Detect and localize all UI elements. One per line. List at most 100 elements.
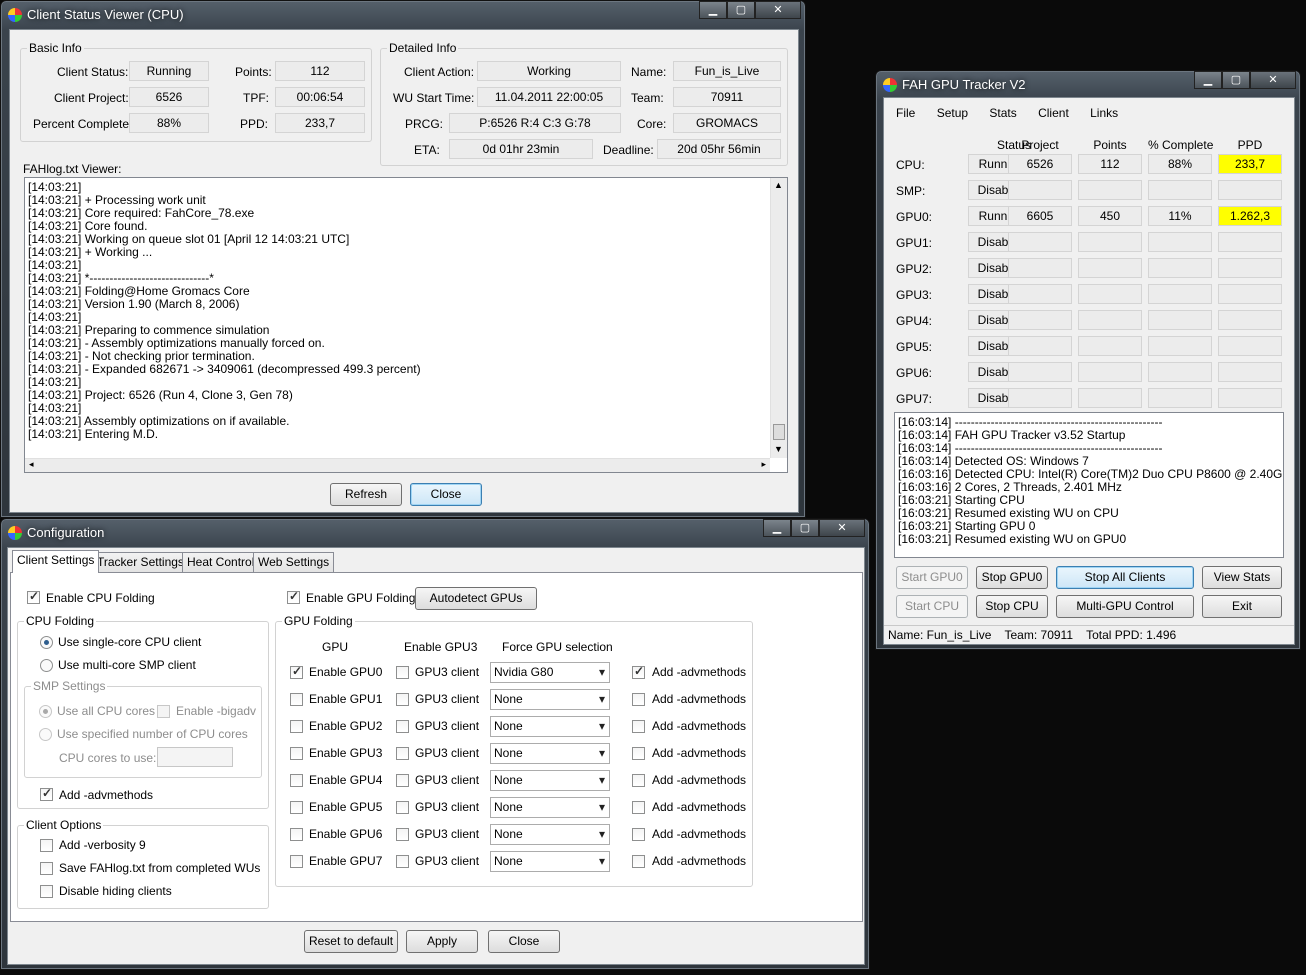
detailed-info-title: Detailed Info (387, 41, 459, 55)
enable-gpu-checkbox[interactable] (290, 720, 303, 733)
start-gpu0-button[interactable]: Start GPU0 (896, 566, 968, 589)
row-label: CPU: (896, 158, 925, 172)
force-gpu-select[interactable]: None (490, 716, 610, 737)
stop-cpu-button[interactable]: Stop CPU (976, 595, 1048, 618)
force-gpu-select[interactable]: None (490, 797, 610, 818)
close-button[interactable]: Close (410, 483, 482, 506)
enable-gpu-checkbox[interactable] (290, 828, 303, 841)
fahlog-line: [14:03:21] - Expanded 682671 -> 3409061 … (28, 362, 421, 376)
view-stats-button[interactable]: View Stats (1202, 566, 1282, 589)
enable-gpu-label: Enable GPU3 (309, 746, 383, 760)
force-gpu-select[interactable]: None (490, 824, 610, 845)
close-window-button[interactable]: ✕ (755, 1, 801, 19)
gpu-advmethods-checkbox[interactable] (632, 855, 645, 868)
force-gpu-select[interactable]: None (490, 851, 610, 872)
refresh-button[interactable]: Refresh (330, 483, 402, 506)
enable-gpu-checkbox[interactable] (290, 801, 303, 814)
menu-links[interactable]: Links (1090, 106, 1118, 120)
specified-cores-radio[interactable] (39, 728, 52, 741)
multi-core-radio[interactable] (40, 659, 53, 672)
menu-client[interactable]: Client (1038, 106, 1069, 120)
scroll-down-icon[interactable]: ▼ (774, 444, 783, 454)
gpu3-client-checkbox[interactable] (396, 855, 409, 868)
gpu3-client-checkbox[interactable] (396, 720, 409, 733)
scroll-up-icon[interactable]: ▲ (774, 180, 783, 190)
scroll-thumb[interactable] (773, 424, 785, 440)
minimize-button[interactable]: ▁ (1194, 71, 1222, 89)
tracker-client-area: File Setup Stats Client Links Status Proj… (883, 97, 1295, 645)
gpu3-client-label: GPU3 client (415, 692, 480, 706)
cell-complete (1148, 362, 1212, 382)
gpu-advmethods-checkbox[interactable] (632, 774, 645, 787)
gpu3-client-checkbox[interactable] (396, 828, 409, 841)
gpu-advmethods-label: Add -advmethods (652, 665, 747, 679)
tab-heat-control[interactable]: Heat Control (182, 552, 260, 572)
tab-tracker-settings[interactable]: Tracker Settings (92, 552, 189, 572)
autodetect-gpus-button[interactable]: Autodetect GPUs (415, 587, 537, 610)
force-gpu-select[interactable]: None (490, 770, 610, 791)
gpu3-client-checkbox[interactable] (396, 801, 409, 814)
verbosity-checkbox[interactable] (40, 839, 53, 852)
multi-gpu-control-button[interactable]: Multi-GPU Control (1056, 595, 1194, 618)
menu-setup[interactable]: Setup (937, 106, 968, 120)
gpu3-client-checkbox[interactable] (396, 666, 409, 679)
config-close-button[interactable]: Close (488, 930, 560, 953)
gpu-advmethods-checkbox[interactable] (632, 801, 645, 814)
stop-all-clients-button[interactable]: Stop All Clients (1056, 566, 1194, 589)
maximize-button[interactable]: ▢ (727, 1, 755, 19)
enable-gpu-checkbox[interactable] (290, 774, 303, 787)
gpu3-client-checkbox[interactable] (396, 693, 409, 706)
fahlog-textbox[interactable]: [14:03:21] [14:03:21] + Processing work u… (24, 177, 788, 473)
gpu-advmethods-checkbox[interactable] (632, 664, 645, 679)
reset-to-default-button[interactable]: Reset to default (304, 930, 398, 953)
tab-client-settings[interactable]: Client Settings (12, 550, 100, 573)
close-window-button[interactable]: ✕ (819, 519, 865, 537)
scroll-left-icon[interactable]: ◂ (29, 459, 34, 470)
force-gpu-select[interactable]: None (490, 743, 610, 764)
apply-button[interactable]: Apply (406, 930, 478, 953)
gpu-tracker-window: FAH GPU Tracker V2 ▁ ▢ ✕ File Setup Stat… (875, 70, 1301, 650)
client-action-label: Client Action: (404, 65, 475, 79)
enable-gpu-checkbox[interactable] (290, 747, 303, 760)
cell-project (1008, 258, 1072, 278)
fahlog-horizontal-scrollbar[interactable]: ◂ ▸ (25, 458, 770, 472)
cell-points (1078, 336, 1142, 356)
gpu-advmethods-checkbox[interactable] (632, 693, 645, 706)
menu-file[interactable]: File (896, 106, 915, 120)
all-cores-radio[interactable] (39, 705, 52, 718)
stop-gpu0-button[interactable]: Stop GPU0 (976, 566, 1048, 589)
cpu-cores-input[interactable] (157, 747, 233, 767)
scroll-right-icon[interactable]: ▸ (761, 459, 766, 470)
disable-hiding-checkbox[interactable] (40, 885, 53, 898)
enable-gpu-checkbox[interactable] (290, 855, 303, 868)
fahlog-vertical-scrollbar[interactable]: ▲ ▼ (770, 178, 787, 458)
gpu-advmethods-checkbox[interactable] (632, 747, 645, 760)
enable-cpu-checkbox[interactable] (27, 589, 40, 604)
gpu-advmethods-checkbox[interactable] (632, 720, 645, 733)
exit-button[interactable]: Exit (1202, 595, 1282, 618)
maximize-button[interactable]: ▢ (1222, 71, 1250, 89)
enable-gpu-checkbox[interactable] (287, 589, 300, 604)
row-label: GPU2: (896, 262, 933, 276)
maximize-button[interactable]: ▢ (791, 519, 819, 537)
cell-ppd: 1.262,3 (1218, 206, 1282, 226)
close-window-button[interactable]: ✕ (1250, 71, 1296, 89)
minimize-button[interactable]: ▁ (699, 1, 727, 19)
single-core-radio[interactable] (40, 636, 53, 649)
force-gpu-select[interactable]: Nvidia G80 (490, 662, 610, 683)
start-cpu-button[interactable]: Start CPU (896, 595, 968, 618)
gpu-advmethods-checkbox[interactable] (632, 828, 645, 841)
tab-web-settings[interactable]: Web Settings (253, 552, 335, 572)
gpu3-client-checkbox[interactable] (396, 747, 409, 760)
save-log-checkbox[interactable] (40, 862, 53, 875)
menu-stats[interactable]: Stats (989, 106, 1016, 120)
enable-gpu-checkbox[interactable] (290, 664, 303, 679)
enable-gpu-checkbox[interactable] (290, 693, 303, 706)
force-gpu-select[interactable]: None (490, 689, 610, 710)
gpu3-client-checkbox[interactable] (396, 774, 409, 787)
name-label: Name: (631, 65, 667, 79)
minimize-button[interactable]: ▁ (763, 519, 791, 537)
cpu-advmethods-checkbox[interactable] (40, 786, 53, 801)
tracker-log-textbox[interactable]: [16:03:14] -----------------------------… (894, 412, 1284, 558)
bigadv-checkbox[interactable] (157, 705, 170, 718)
